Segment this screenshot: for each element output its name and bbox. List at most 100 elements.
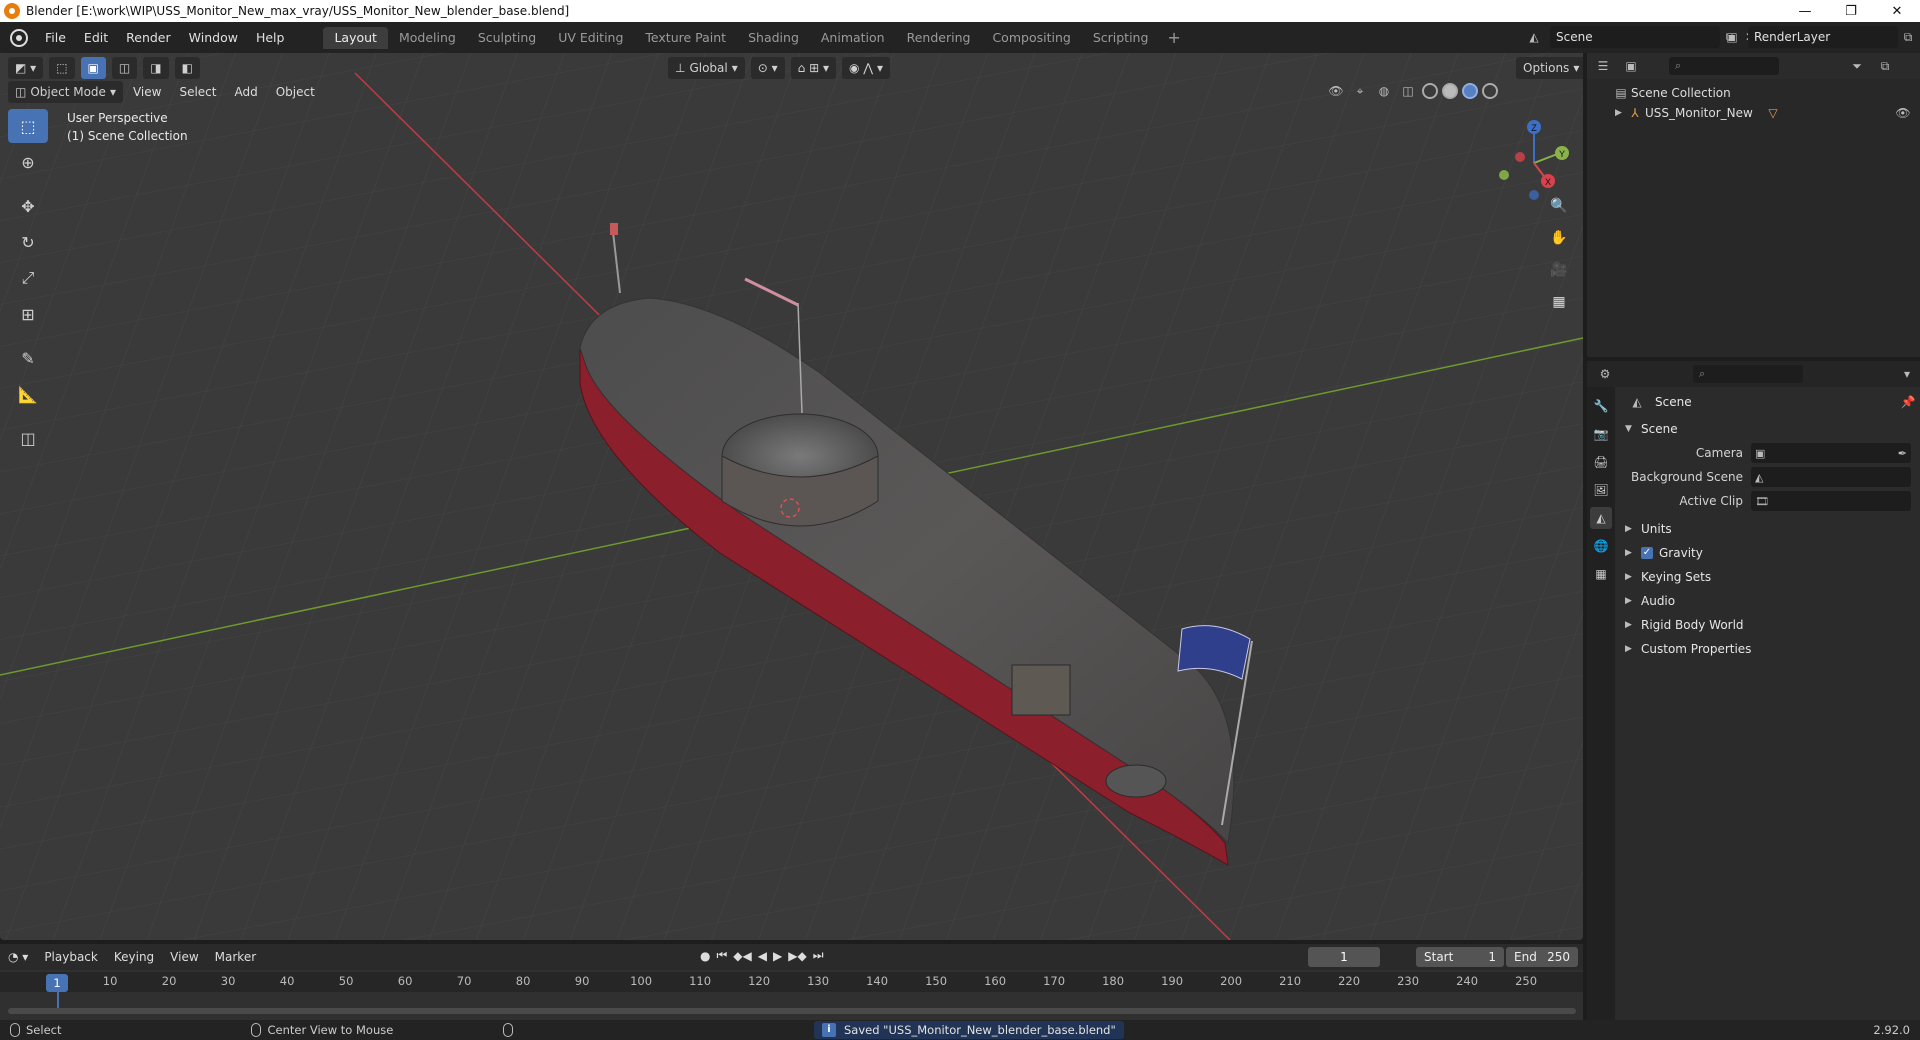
timeline-menu-marker[interactable]: Marker <box>207 950 264 964</box>
play-reverse-icon[interactable]: ◀ <box>758 949 767 963</box>
solid-shading-icon[interactable] <box>1442 83 1458 99</box>
menu-edit[interactable]: Edit <box>75 27 117 49</box>
maximize-button[interactable]: ❐ <box>1828 0 1874 22</box>
add-workspace-icon[interactable]: + <box>1159 28 1188 47</box>
tab-uv-editing[interactable]: UV Editing <box>547 27 634 49</box>
move-tool-icon[interactable]: ✥ <box>8 189 48 223</box>
render-tab-icon[interactable]: 📷 <box>1590 423 1612 445</box>
jump-end-icon[interactable]: ⏭ <box>813 948 824 963</box>
select-mode-new-icon[interactable]: ▣ <box>80 57 106 79</box>
audio-panel[interactable]: ▶ Audio <box>1619 589 1918 613</box>
gravity-checkbox[interactable]: ✓ <box>1641 547 1653 559</box>
tab-layout[interactable]: Layout <box>323 26 388 49</box>
select-mode-extend-icon[interactable]: ◫ <box>111 57 138 79</box>
rigid-body-world-panel[interactable]: ▶ Rigid Body World <box>1619 613 1918 637</box>
gizmo-neg-z-handle[interactable] <box>1529 190 1539 200</box>
tab-rendering[interactable]: Rendering <box>896 27 982 49</box>
gravity-panel[interactable]: ▶ ✓ Gravity <box>1619 541 1918 565</box>
pin-icon[interactable]: 📌 <box>1898 392 1918 412</box>
properties-search-input[interactable]: ⌕ <box>1693 365 1803 383</box>
tab-compositing[interactable]: Compositing <box>981 27 1081 49</box>
modifier-icon[interactable]: ▽ <box>1763 103 1783 123</box>
timeline-menu-playback[interactable]: Playback <box>36 950 106 964</box>
gizmo-neg-x-handle[interactable] <box>1515 152 1525 162</box>
renderlayer-icon[interactable]: ▣ <box>1722 27 1742 47</box>
select-box-tool-icon[interactable]: ⬚ <box>8 109 48 143</box>
active-clip-input[interactable]: 🎞 <box>1751 491 1911 511</box>
navigation-gizmo[interactable]: Z Y X <box>1490 113 1580 203</box>
tab-texture-paint[interactable]: Texture Paint <box>634 27 737 49</box>
proportional-edit-icon[interactable]: ◉ ⋀ ▾ <box>842 57 890 79</box>
outliner-editor-type-icon[interactable]: ☰ <box>1593 56 1613 76</box>
wireframe-shading-icon[interactable] <box>1422 83 1438 99</box>
measure-tool-icon[interactable]: 📐 <box>8 377 48 411</box>
units-panel[interactable]: ▶ Units <box>1619 517 1918 541</box>
current-frame-indicator[interactable]: 1 <box>46 974 68 992</box>
tab-scripting[interactable]: Scripting <box>1082 27 1160 49</box>
outliner-object-row[interactable]: ▶ ⅄ USS_Monitor_New ▽ 👁 <box>1587 103 1920 123</box>
expand-arrow-icon[interactable]: ▶ <box>1615 108 1625 118</box>
jump-start-icon[interactable]: ⏮ <box>716 948 727 963</box>
viewport-menu-add[interactable]: Add <box>226 81 265 103</box>
transform-tool-icon[interactable]: ⊞ <box>8 297 48 331</box>
new-collection-icon[interactable]: ⧉ <box>1875 56 1895 76</box>
tab-shading[interactable]: Shading <box>737 27 810 49</box>
xray-toggle-icon[interactable]: ◫ <box>1398 81 1418 101</box>
filter-icon[interactable]: ⏷ <box>1847 56 1867 76</box>
properties-editor-type-icon[interactable]: ⚙ <box>1595 364 1615 384</box>
rendered-shading-icon[interactable] <box>1482 83 1498 99</box>
record-icon[interactable]: ● <box>700 949 710 963</box>
zoom-icon[interactable]: 🔍 <box>1546 193 1572 219</box>
tab-sculpting[interactable]: Sculpting <box>467 27 547 49</box>
timeline-editor[interactable]: ◔ ▾ Playback Keying View Marker ● ⏮ ◆◀ ◀… <box>0 944 1583 1020</box>
view-layer-tab-icon[interactable]: 🖼 <box>1590 479 1612 501</box>
custom-properties-panel[interactable]: ▶ Custom Properties <box>1619 637 1918 661</box>
start-frame-field[interactable]: Start 1 <box>1416 947 1504 967</box>
select-mode-subtract-icon[interactable]: ◨ <box>143 57 169 79</box>
new-renderlayer-icon[interactable]: ⧉ <box>1898 27 1918 47</box>
minimize-button[interactable]: — <box>1782 0 1828 22</box>
ortho-grid-icon[interactable]: ▦ <box>1546 289 1572 315</box>
renderlayer-name-field[interactable]: RenderLayer <box>1748 26 1898 48</box>
camera-view-icon[interactable]: 🎥 <box>1546 257 1572 283</box>
viewport-menu-view[interactable]: View <box>125 81 169 103</box>
current-frame-field[interactable]: 1 <box>1308 947 1380 967</box>
texture-tab-icon[interactable]: ▦ <box>1590 563 1612 585</box>
gizmo-neg-y-handle[interactable] <box>1499 170 1509 180</box>
scene-icon[interactable]: ◭ <box>1524 27 1544 47</box>
add-cube-tool-icon[interactable]: ◫ <box>8 421 48 455</box>
timeline-ruler[interactable]: 1 10 20 30 40 50 60 70 80 90 100 110 120 130 140 150 16… <box>0 972 1583 992</box>
display-mode-icon[interactable]: ▣ <box>1621 56 1641 76</box>
timeline-scrollbar[interactable] <box>8 1008 1576 1014</box>
viewport-menu-object[interactable]: Object <box>268 81 323 103</box>
visibility-icon[interactable]: 👁 <box>1326 81 1346 101</box>
close-button[interactable]: ✕ <box>1874 0 1920 22</box>
eye-visibility-icon[interactable]: 👁 <box>1893 103 1913 123</box>
menu-render[interactable]: Render <box>117 27 180 49</box>
gizmo-toggle-icon[interactable]: ⌖ <box>1350 81 1370 101</box>
world-tab-icon[interactable]: 🌐 <box>1590 535 1612 557</box>
snap-icon[interactable]: ⌂ ⊞ ▾ <box>790 57 836 79</box>
play-icon[interactable]: ▶ <box>773 949 782 963</box>
outliner-search-input[interactable]: ⌕ <box>1669 57 1779 75</box>
scale-tool-icon[interactable]: ⤢ <box>8 261 48 295</box>
rotate-tool-icon[interactable]: ↻ <box>8 225 48 259</box>
object-mode-dropdown[interactable]: ◫ Object Mode ▾ <box>8 81 123 103</box>
keying-sets-panel[interactable]: ▶ Keying Sets <box>1619 565 1918 589</box>
menu-help[interactable]: Help <box>247 27 294 49</box>
tab-modeling[interactable]: Modeling <box>388 27 467 49</box>
camera-input[interactable]: ▣ ✒ <box>1751 443 1911 463</box>
tab-animation[interactable]: Animation <box>810 27 896 49</box>
timeline-menu-view[interactable]: View <box>162 950 206 964</box>
timeline-editor-type-icon[interactable]: ◔ ▾ <box>0 950 36 964</box>
select-mode-invert-icon[interactable]: ◧ <box>174 57 200 79</box>
pivot-point-icon[interactable]: ⊙ ▾ <box>750 57 785 79</box>
end-frame-field[interactable]: End 250 <box>1506 947 1578 967</box>
editor-type-icon[interactable]: ◩ ▾ <box>8 57 44 79</box>
eyedropper-icon[interactable]: ✒ <box>1898 447 1911 460</box>
menu-window[interactable]: Window <box>180 27 247 49</box>
scene-section-header[interactable]: ▼ Scene <box>1619 417 1918 441</box>
timeline-menu-keying[interactable]: Keying <box>106 950 162 964</box>
prev-keyframe-icon[interactable]: ◆◀ <box>733 949 751 963</box>
annotate-tool-icon[interactable]: ✎ <box>8 341 48 375</box>
